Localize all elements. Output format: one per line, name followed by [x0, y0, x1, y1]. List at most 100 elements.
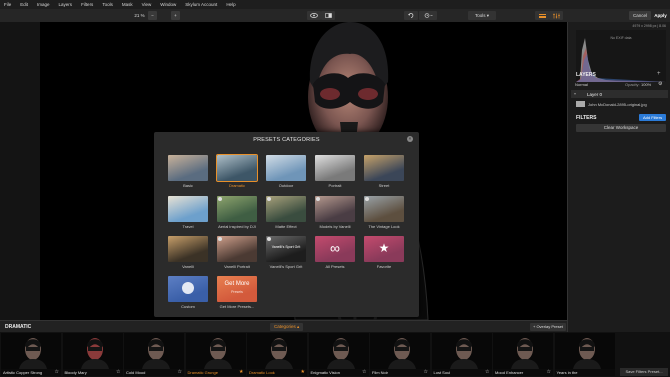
category-thumbnail [315, 155, 355, 181]
preset-category-tile[interactable]: Dramatic [216, 154, 258, 188]
add-filters-button[interactable]: Add Filters [639, 114, 667, 121]
preset-preview [431, 333, 492, 369]
preset-category-tile[interactable]: Portrait [315, 155, 355, 188]
menu-item-layers[interactable]: Layers [59, 2, 73, 7]
category-label: Vanelli's Sport Grit [269, 264, 303, 269]
preset-preview [124, 333, 184, 369]
preset-thumbnail[interactable]: Years in the [554, 333, 615, 376]
download-badge-icon [267, 237, 271, 241]
toolbar: 21 % − + Tools ▾ Cancel Apply [0, 9, 670, 22]
preset-thumbnail[interactable]: Mood Enhancer ☆ [493, 333, 553, 376]
preset-thumbnail[interactable]: Artistic Copper Strong ☆ [1, 333, 61, 376]
favorite-star-icon[interactable]: ☆ [547, 369, 551, 375]
category-label: Matte Effect [275, 224, 297, 229]
preset-category-tile[interactable]: ∞ All Presets [315, 236, 355, 269]
menu-item-filters[interactable]: Filters [81, 2, 93, 7]
preview-toggle-button[interactable] [307, 11, 321, 20]
preset-category-tile[interactable]: Travel [168, 196, 208, 229]
gear-icon[interactable]: ⚙ [658, 81, 662, 87]
menu-item-view[interactable]: View [142, 2, 152, 7]
categories-button[interactable]: Categories ▴ [270, 323, 304, 331]
preset-category-tile[interactable]: Get More Presets Get More Presets... [217, 276, 257, 309]
sport-grit-text: Vanelli's Sport Grit [271, 245, 301, 249]
menu-item-file[interactable]: File [4, 2, 11, 7]
preset-thumbnail[interactable]: Dramatic Grunge ★ [185, 333, 246, 376]
preset-preview [185, 333, 246, 369]
blend-mode-select[interactable]: Normal [575, 82, 588, 87]
presets-panel-button[interactable] [535, 11, 549, 20]
overlay-preset-button[interactable]: + Overlay Preset [530, 323, 566, 331]
add-layer-icon[interactable]: + [657, 71, 661, 77]
zoom-out-button[interactable]: − [148, 11, 157, 20]
favorite-star-icon[interactable]: ☆ [362, 369, 366, 375]
menu-item-edit[interactable]: Edit [20, 2, 28, 7]
filters-panel-button[interactable] [549, 11, 563, 20]
menu-item-help[interactable]: Help [226, 2, 235, 7]
favorite-star-icon[interactable]: ★ [301, 369, 305, 375]
category-label: Travel [182, 224, 194, 229]
favorite-star-icon[interactable]: ★ [239, 369, 243, 375]
zoom-in-button[interactable]: + [171, 11, 180, 20]
preset-category-tile[interactable]: Outdoor [266, 155, 306, 188]
menu-item-skylum-account[interactable]: Skylum Account [185, 2, 217, 7]
favorite-star-icon[interactable]: ☆ [424, 369, 428, 375]
preset-category-tile[interactable]: Vanelli [168, 236, 208, 269]
history-button[interactable] [419, 11, 437, 20]
menu-item-window[interactable]: Window [160, 2, 176, 7]
download-badge-icon [316, 197, 320, 201]
favorite-star-icon[interactable]: ☆ [55, 369, 59, 375]
preset-category-tile[interactable]: Models by Vanelli [315, 196, 355, 229]
preset-thumbnail[interactable]: Bloody Mary ☆ [62, 333, 123, 376]
category-thumbnail [266, 155, 306, 181]
opacity-value[interactable]: 100% [641, 82, 651, 87]
preset-category-tile[interactable]: Matte Effect [266, 196, 306, 229]
clear-workspace-button[interactable]: Clear Workspace [576, 124, 666, 132]
layer-row[interactable]: ▾ Layer 0 [571, 90, 668, 98]
preset-preview [493, 333, 553, 369]
compare-button[interactable] [321, 11, 335, 20]
preset-category-tile[interactable]: Aerial inspired by DJI [217, 196, 257, 229]
favorite-star-icon[interactable]: ☆ [116, 369, 120, 375]
close-icon[interactable]: × [407, 136, 413, 142]
presets-icon [538, 13, 546, 18]
category-thumbnail [168, 236, 208, 262]
undo-button[interactable] [404, 11, 418, 20]
preset-thumbnail[interactable]: Enigmatic Vision ☆ [308, 333, 369, 376]
preset-thumbnail[interactable]: Cold Mood ☆ [124, 333, 184, 376]
star-icon: ★ [378, 241, 390, 255]
preset-category-tile[interactable]: The Vintage Look [364, 196, 404, 229]
preset-thumbnail[interactable]: Lost Soul ☆ [431, 333, 492, 376]
category-thumbnail [364, 196, 404, 222]
preset-name: Enigmatic Vision [310, 370, 341, 375]
apply-button[interactable]: Apply [653, 11, 668, 20]
preset-category-tile[interactable]: Custom [168, 276, 208, 309]
menu-item-tools[interactable]: Tools [102, 2, 113, 7]
category-label: Street [378, 183, 390, 188]
preset-category-tile[interactable]: ★ Favorite [364, 236, 404, 269]
download-badge-icon [218, 237, 222, 241]
menu-item-mask[interactable]: Mask [122, 2, 133, 7]
user-icon [182, 282, 194, 294]
category-label: Models by Vanelli [319, 224, 351, 229]
preset-preview [370, 333, 430, 369]
category-label: Portrait [328, 183, 342, 188]
cancel-button[interactable]: Cancel [629, 11, 651, 20]
tools-menu-button[interactable]: Tools ▾ [468, 11, 496, 20]
menu-item-image[interactable]: Image [37, 2, 50, 7]
save-filters-preset-button[interactable]: Save Filters Preset... [620, 368, 668, 376]
menu-bar: File Edit Image Layers Filters Tools Mask View W… [0, 0, 670, 9]
favorite-star-icon[interactable]: ☆ [178, 369, 182, 375]
preset-name: Years in the [556, 370, 578, 375]
layers-header[interactable]: LAYERS [576, 72, 596, 78]
preset-thumbnail[interactable]: Dramatic Look ★ [247, 333, 307, 376]
preset-thumbnail[interactable]: Film Noir ☆ [370, 333, 430, 376]
zoom-level[interactable]: 21 % [133, 11, 146, 20]
preset-category-tile[interactable]: Basic [168, 155, 208, 188]
preset-category-tile[interactable]: Street [364, 155, 404, 188]
preset-name: Dramatic Grunge [187, 370, 218, 375]
filters-header[interactable]: FILTERS [576, 115, 596, 121]
category-label: Get More Presets... [219, 304, 255, 309]
preset-category-tile[interactable]: Vanelli Portrait [217, 236, 257, 269]
favorite-star-icon[interactable]: ☆ [485, 369, 489, 375]
preset-category-tile[interactable]: Vanelli's Sport Grit Vanelli's Sport Grit [266, 236, 306, 269]
